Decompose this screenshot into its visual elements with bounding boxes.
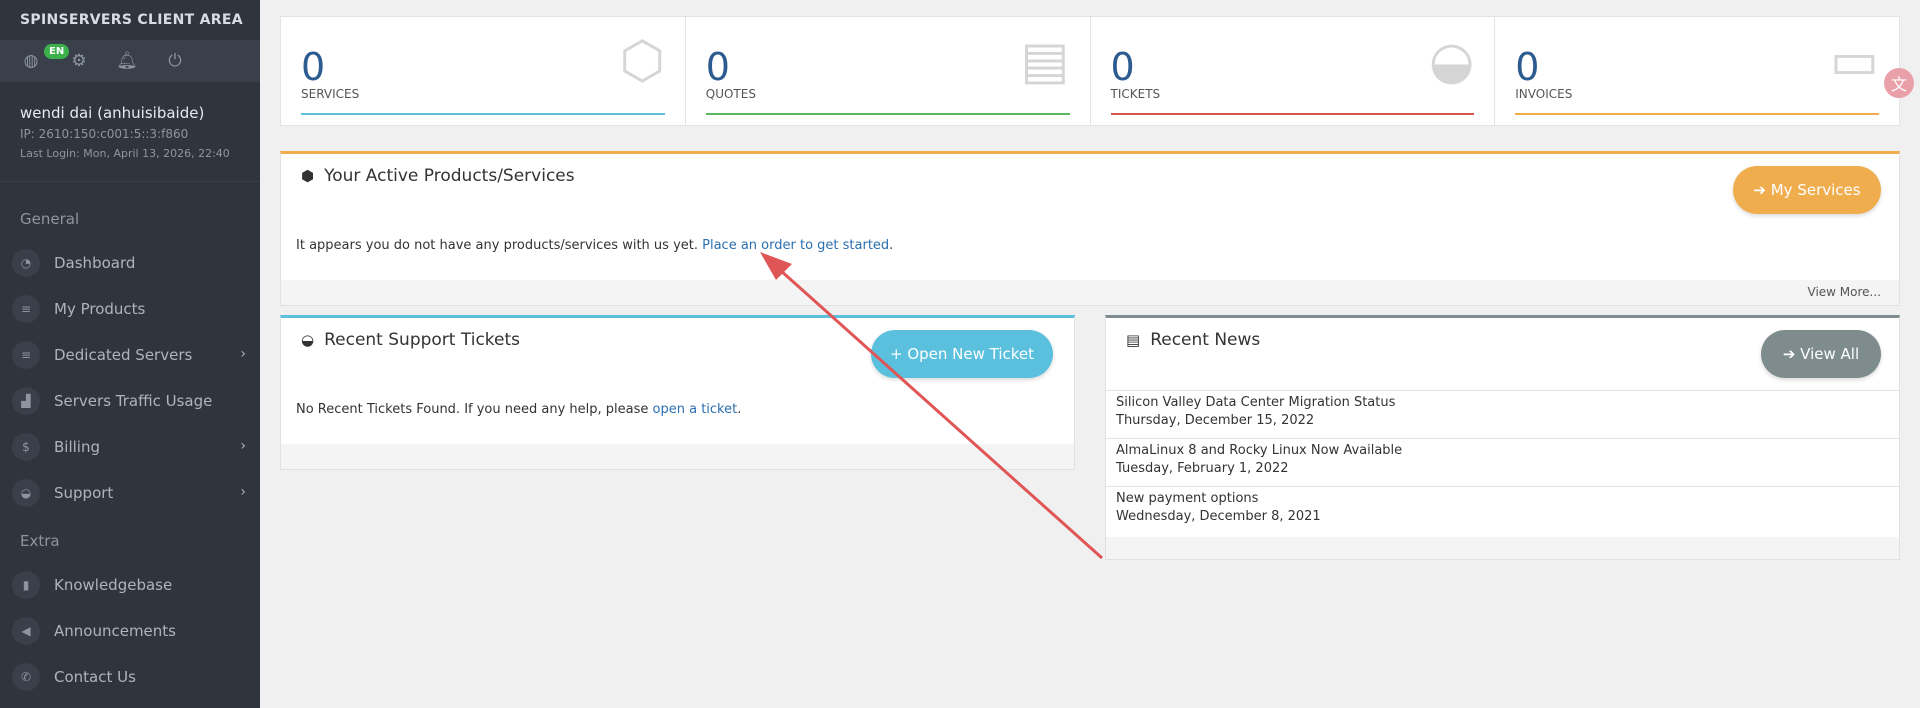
annotation-arrow — [760, 252, 1103, 560]
translate-float-icon[interactable]: 文 — [1884, 68, 1914, 98]
annotation-arrow-line — [779, 268, 1103, 560]
